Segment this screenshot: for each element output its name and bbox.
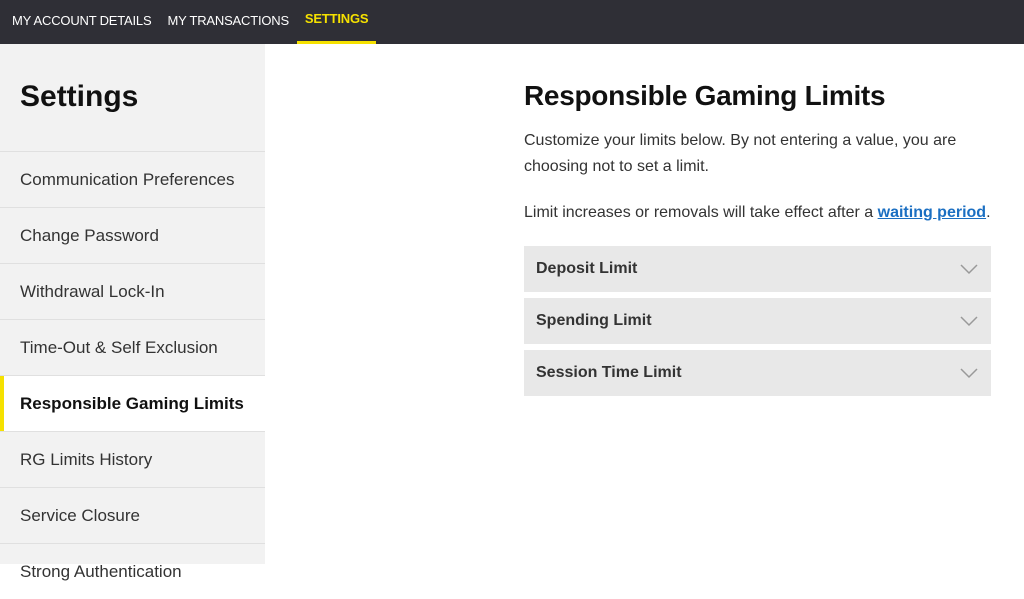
spending-limit-label: Spending Limit [536, 312, 652, 329]
sidebar-item-time-out-self-exclusion[interactable]: Time-Out & Self Exclusion [0, 319, 265, 375]
intro-text: Customize your limits below. By not ente… [524, 132, 957, 175]
sidebar-item-change-password[interactable]: Change Password [0, 207, 265, 263]
notice-prefix: Limit increases or removals will take ef… [524, 204, 878, 221]
session-time-limit-accordion[interactable]: Session Time Limit [524, 350, 991, 396]
deposit-limit-accordion[interactable]: Deposit Limit [524, 246, 991, 292]
session-time-limit-label: Session Time Limit [536, 364, 682, 381]
tab-my-transactions[interactable]: MY TRANSACTIONS [159, 0, 296, 40]
sidebar-item-rg-limits-history[interactable]: RG Limits History [0, 431, 265, 487]
chevron-down-icon [960, 264, 978, 275]
deposit-limit-label: Deposit Limit [536, 260, 638, 277]
tab-settings[interactable]: SETTINGS [296, 0, 377, 44]
chevron-down-icon [960, 368, 978, 379]
sidebar-item-service-closure[interactable]: Service Closure [0, 487, 265, 543]
top-navigation: MY ACCOUNT DETAILS MY TRANSACTIONS SETTI… [0, 0, 1024, 44]
sidebar-title: Settings [20, 80, 139, 113]
limits-accordion: Deposit Limit Spending Limit Session Tim… [524, 246, 994, 396]
notice-suffix: . [986, 204, 991, 221]
waiting-period-link[interactable]: waiting period [878, 204, 986, 221]
tab-my-account-details[interactable]: MY ACCOUNT DETAILS [0, 0, 159, 40]
sidebar-item-withdrawal-lock-in[interactable]: Withdrawal Lock-In [0, 263, 265, 319]
main-content: Responsible Gaming Limits Customize your… [524, 44, 994, 402]
page-title: Responsible Gaming Limits [524, 80, 886, 111]
sidebar-item-strong-authentication[interactable]: Strong Authentication [0, 543, 265, 599]
settings-sidebar: Settings Communication Preferences Chang… [0, 44, 265, 581]
sidebar-item-responsible-gaming-limits[interactable]: Responsible Gaming Limits [0, 375, 265, 431]
sidebar-item-communication-preferences[interactable]: Communication Preferences [0, 151, 265, 207]
waiting-period-notice: Limit increases or removals will take ef… [524, 200, 994, 226]
chevron-down-icon [960, 316, 978, 327]
spending-limit-accordion[interactable]: Spending Limit [524, 298, 991, 344]
